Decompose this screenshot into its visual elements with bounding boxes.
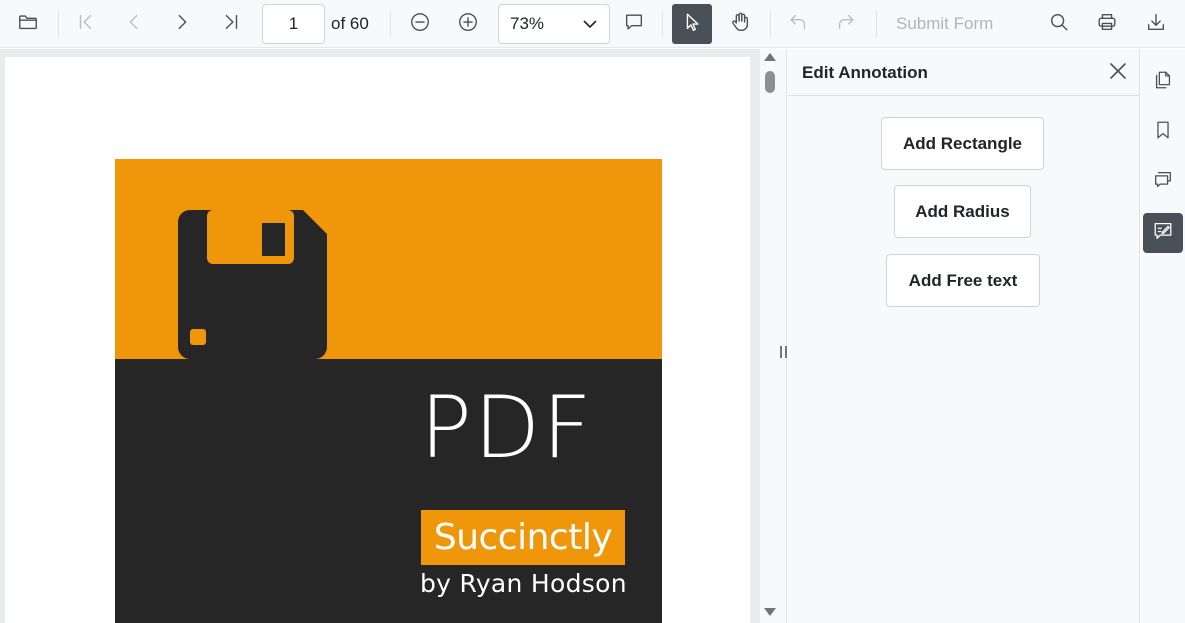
pan-tool-button[interactable] xyxy=(720,4,760,44)
redo-icon xyxy=(835,11,857,38)
zoom-in-icon xyxy=(457,11,479,38)
vertical-scrollbar[interactable] xyxy=(760,49,780,623)
zoom-dropdown[interactable]: 73% xyxy=(498,4,610,44)
next-page-button[interactable] xyxy=(162,4,202,44)
open-file-button[interactable] xyxy=(8,4,48,44)
hand-icon xyxy=(729,11,751,38)
panel-header: Edit Annotation xyxy=(788,49,1140,96)
print-icon xyxy=(1096,11,1118,38)
scroll-thumb[interactable] xyxy=(765,71,775,93)
document-viewer[interactable]: PDF Succinctly by Ryan Hodson xyxy=(0,49,760,623)
first-page-icon xyxy=(75,11,97,38)
main-toolbar: 1 of 60 73% Submit Form xyxy=(0,0,1185,48)
cover-author: by Ryan Hodson xyxy=(420,569,627,598)
comment-button[interactable] xyxy=(614,4,654,44)
resize-grip-icon[interactable] xyxy=(780,346,787,358)
comments-panel-button[interactable] xyxy=(1143,162,1183,202)
toolbar-divider xyxy=(662,10,663,38)
page-thumbnails-button[interactable] xyxy=(1143,62,1183,102)
comment-icon xyxy=(623,11,645,38)
last-page-icon xyxy=(220,11,242,38)
bookmarks-button[interactable] xyxy=(1143,112,1183,152)
cover-series: Succinctly xyxy=(421,510,625,565)
floppy-disk-icon xyxy=(178,210,327,359)
toolbar-divider xyxy=(58,10,59,38)
undo-button[interactable] xyxy=(778,4,818,44)
close-icon xyxy=(1109,62,1127,85)
chevron-down-icon xyxy=(580,14,600,34)
add-radius-button[interactable]: Add Radius xyxy=(894,185,1031,238)
edit-annotation-nav-button[interactable] xyxy=(1143,213,1183,253)
redo-button[interactable] xyxy=(826,4,866,44)
zoom-in-button[interactable] xyxy=(448,4,488,44)
toolbar-divider xyxy=(876,10,877,38)
zoom-out-icon xyxy=(409,11,431,38)
toolbar-divider xyxy=(770,10,771,38)
right-navigation-bar xyxy=(1141,49,1185,623)
page-thumbnails-icon xyxy=(1152,69,1174,96)
add-free-text-button[interactable]: Add Free text xyxy=(886,254,1040,307)
panel-title: Edit Annotation xyxy=(802,63,928,82)
pdf-page[interactable]: PDF Succinctly by Ryan Hodson xyxy=(5,57,750,623)
bookmark-icon xyxy=(1152,119,1174,146)
toolbar-divider xyxy=(390,10,391,38)
edit-annotation-panel: Edit Annotation Add Rectangle Add Radius… xyxy=(788,49,1140,623)
scroll-up-arrow-icon[interactable] xyxy=(764,53,776,61)
page-number-input[interactable]: 1 xyxy=(262,4,325,44)
download-button[interactable] xyxy=(1136,4,1176,44)
close-panel-button[interactable] xyxy=(1104,59,1132,87)
chevron-left-icon xyxy=(123,11,145,38)
scroll-down-arrow-icon[interactable] xyxy=(764,608,776,616)
zoom-out-button[interactable] xyxy=(400,4,440,44)
chevron-right-icon xyxy=(171,11,193,38)
previous-page-button[interactable] xyxy=(114,4,154,44)
print-button[interactable] xyxy=(1087,4,1127,44)
pointer-icon xyxy=(681,11,703,38)
book-cover: PDF Succinctly by Ryan Hodson xyxy=(115,159,662,623)
download-icon xyxy=(1145,11,1167,38)
search-icon xyxy=(1048,11,1070,38)
undo-icon xyxy=(787,11,809,38)
page-count-label: of 60 xyxy=(331,14,369,33)
panel-resize-splitter[interactable] xyxy=(780,49,787,623)
cover-title: PDF xyxy=(420,378,594,478)
zoom-value: 73% xyxy=(510,14,545,33)
search-button[interactable] xyxy=(1039,4,1079,44)
select-tool-button[interactable] xyxy=(672,4,712,44)
first-page-button[interactable] xyxy=(66,4,106,44)
edit-annotation-icon xyxy=(1152,220,1174,247)
submit-form-button[interactable]: Submit Form xyxy=(896,4,993,44)
add-rectangle-button[interactable]: Add Rectangle xyxy=(881,117,1044,170)
folder-icon xyxy=(17,11,39,38)
last-page-button[interactable] xyxy=(211,4,251,44)
comments-icon xyxy=(1152,169,1174,196)
